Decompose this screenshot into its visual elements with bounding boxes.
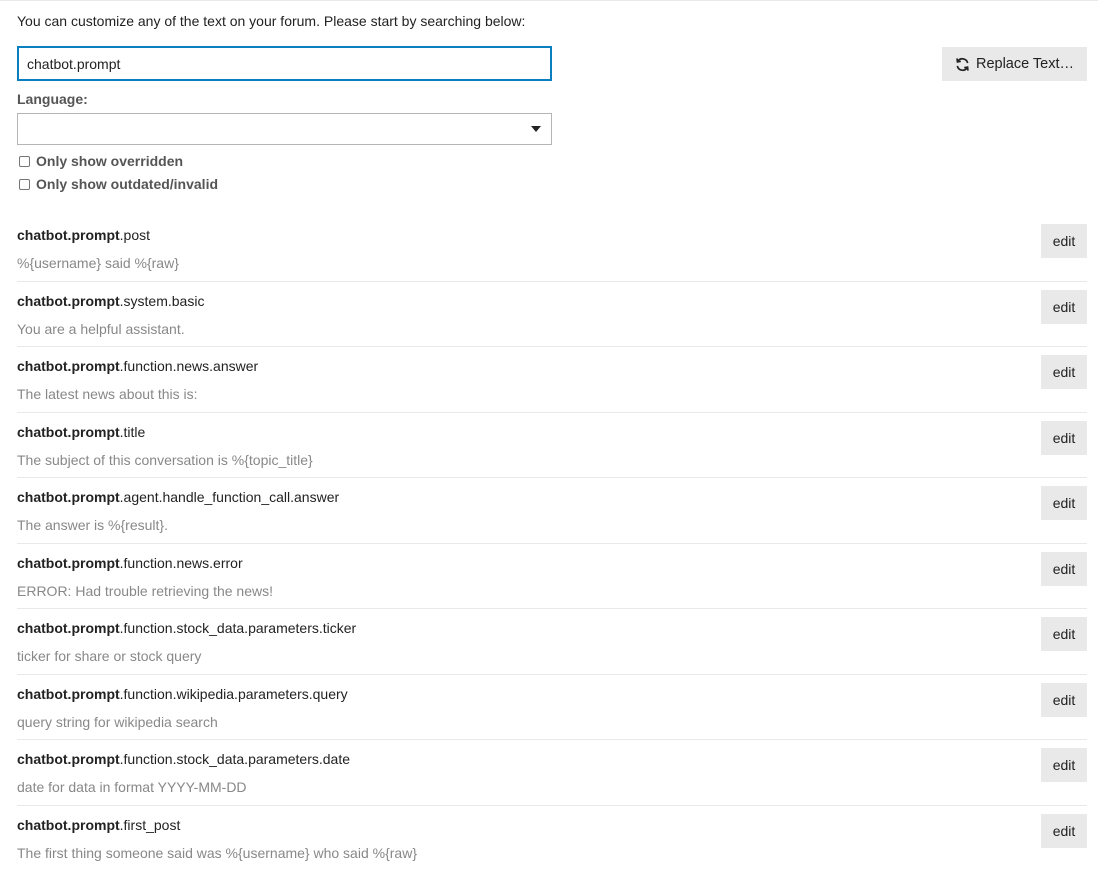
edit-button[interactable]: edit [1041, 683, 1087, 717]
result-value: The answer is %{result}. [17, 517, 168, 533]
key-prefix: chatbot.prompt [17, 358, 120, 374]
filter-overridden[interactable]: Only show overridden [19, 153, 183, 169]
result-value: date for data in format YYYY-MM-DD [17, 779, 247, 795]
edit-button[interactable]: edit [1041, 748, 1087, 782]
outdated-checkbox[interactable] [19, 179, 30, 190]
edit-button[interactable]: edit [1041, 421, 1087, 455]
caret-down-icon [531, 126, 541, 132]
result-row: chatbot.prompt.first_post The first thin… [17, 806, 1087, 871]
result-row: chatbot.prompt.system.basic You are a he… [17, 282, 1087, 348]
replace-text-label: Replace Text… [976, 56, 1074, 72]
key-prefix: chatbot.prompt [17, 227, 120, 243]
key-prefix: chatbot.prompt [17, 686, 120, 702]
key-suffix: .first_post [120, 817, 181, 833]
result-row: chatbot.prompt.post %{username} said %{r… [17, 216, 1087, 282]
replace-text-button[interactable]: Replace Text… [942, 47, 1087, 81]
result-key: chatbot.prompt.first_post [17, 817, 180, 833]
filter-outdated[interactable]: Only show outdated/invalid [19, 176, 218, 192]
key-suffix: .agent.handle_function_call.answer [120, 489, 340, 505]
result-row: chatbot.prompt.agent.handle_function_cal… [17, 478, 1087, 544]
key-prefix: chatbot.prompt [17, 489, 120, 505]
result-key: chatbot.prompt.agent.handle_function_cal… [17, 489, 339, 505]
search-input[interactable] [17, 46, 552, 81]
edit-button[interactable]: edit [1041, 486, 1087, 520]
intro-text: You can customize any of the text on you… [17, 13, 525, 29]
key-suffix: .function.stock_data.parameters.date [120, 751, 350, 767]
overridden-label: Only show overridden [36, 153, 183, 169]
result-key: chatbot.prompt.post [17, 227, 150, 243]
result-row: chatbot.prompt.function.news.answer The … [17, 347, 1087, 413]
outdated-label: Only show outdated/invalid [36, 176, 218, 192]
key-prefix: chatbot.prompt [17, 555, 120, 571]
key-suffix: .title [120, 424, 146, 440]
key-prefix: chatbot.prompt [17, 424, 120, 440]
edit-button[interactable]: edit [1041, 617, 1087, 651]
result-value: ticker for share or stock query [17, 648, 201, 664]
result-row: chatbot.prompt.title The subject of this… [17, 413, 1087, 479]
language-select[interactable] [17, 113, 552, 145]
key-prefix: chatbot.prompt [17, 293, 120, 309]
refresh-icon [955, 57, 970, 72]
edit-button[interactable]: edit [1041, 224, 1087, 258]
edit-button[interactable]: edit [1041, 290, 1087, 324]
language-label: Language: [17, 91, 88, 107]
key-suffix: .function.wikipedia.parameters.query [120, 686, 348, 702]
result-row: chatbot.prompt.function.news.error ERROR… [17, 544, 1087, 610]
result-key: chatbot.prompt.function.news.error [17, 555, 243, 571]
key-prefix: chatbot.prompt [17, 817, 120, 833]
results-list: chatbot.prompt.post %{username} said %{r… [17, 216, 1087, 871]
result-key: chatbot.prompt.function.stock_data.param… [17, 620, 356, 636]
edit-button[interactable]: edit [1041, 814, 1087, 848]
key-suffix: .function.stock_data.parameters.ticker [120, 620, 357, 636]
result-key: chatbot.prompt.system.basic [17, 293, 204, 309]
top-divider [0, 0, 1098, 1]
key-prefix: chatbot.prompt [17, 620, 120, 636]
result-row: chatbot.prompt.function.stock_data.param… [17, 609, 1087, 675]
result-key: chatbot.prompt.function.news.answer [17, 358, 258, 374]
key-suffix: .function.news.answer [120, 358, 259, 374]
result-value: ERROR: Had trouble retrieving the news! [17, 583, 273, 599]
result-row: chatbot.prompt.function.stock_data.param… [17, 740, 1087, 806]
edit-button[interactable]: edit [1041, 355, 1087, 389]
result-value: The subject of this conversation is %{to… [17, 452, 313, 468]
key-suffix: .system.basic [120, 293, 205, 309]
result-value: The first thing someone said was %{usern… [17, 845, 417, 861]
result-key: chatbot.prompt.function.stock_data.param… [17, 751, 350, 767]
edit-button[interactable]: edit [1041, 552, 1087, 586]
result-value: query string for wikipedia search [17, 714, 218, 730]
result-row: chatbot.prompt.function.wikipedia.parame… [17, 675, 1087, 741]
key-prefix: chatbot.prompt [17, 751, 120, 767]
result-key: chatbot.prompt.function.wikipedia.parame… [17, 686, 348, 702]
result-value: You are a helpful assistant. [17, 321, 185, 337]
result-key: chatbot.prompt.title [17, 424, 145, 440]
key-suffix: .function.news.error [120, 555, 243, 571]
result-value: %{username} said %{raw} [17, 255, 179, 271]
overridden-checkbox[interactable] [19, 156, 30, 167]
result-value: The latest news about this is: [17, 386, 198, 402]
key-suffix: .post [120, 227, 150, 243]
